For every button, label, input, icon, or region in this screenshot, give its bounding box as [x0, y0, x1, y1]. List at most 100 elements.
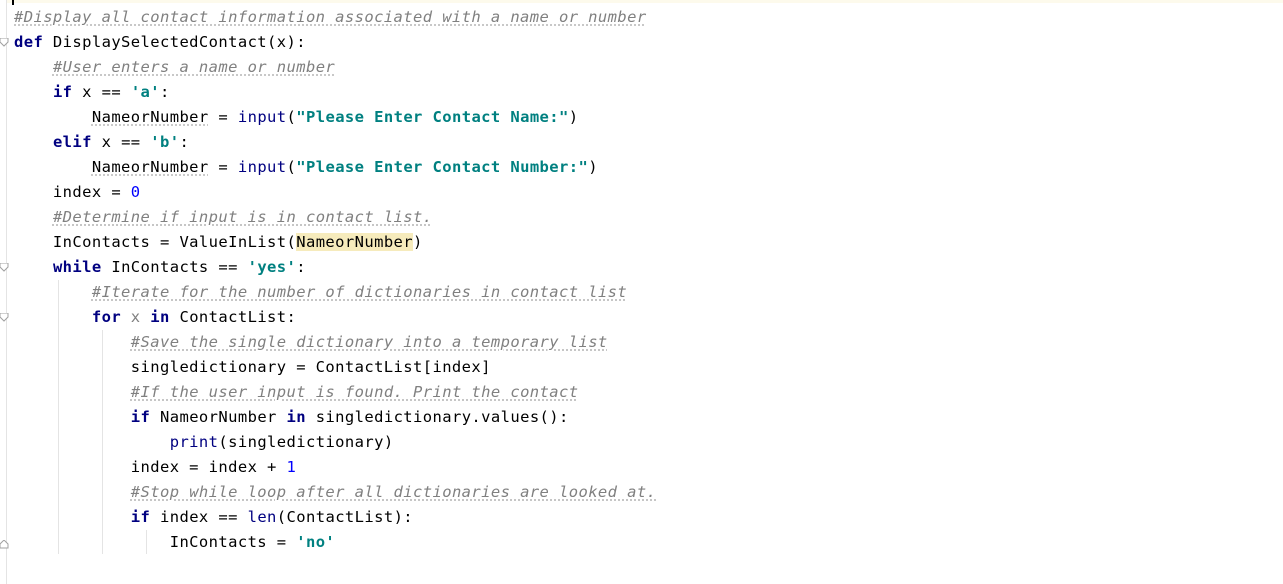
code-line[interactable]: while InContacts == 'yes': — [14, 255, 306, 280]
code-line[interactable]: InContacts = ValueInList(NameorNumber) — [14, 230, 423, 255]
code-editor[interactable]: #Display all contact information associa… — [0, 0, 1283, 584]
code-line[interactable]: #Determine if input is in contact list. — [14, 205, 432, 230]
fold-marker-icon[interactable] — [0, 38, 9, 47]
code-token: print — [169, 433, 219, 451]
code-token: NameorNumber — [150, 408, 287, 426]
fold-marker-icon[interactable] — [0, 263, 9, 272]
code-token: input — [237, 108, 287, 126]
code-token: def — [14, 33, 44, 51]
code-token: ContactList: — [169, 308, 297, 326]
code-token: NameorNumber — [91, 108, 209, 126]
code-token: 'a' — [130, 83, 161, 101]
code-token: ( — [286, 108, 297, 126]
code-token: x — [130, 308, 141, 326]
code-token: if — [130, 408, 151, 426]
code-token: index == — [150, 508, 248, 526]
code-token: 0 — [130, 183, 141, 201]
code-line[interactable]: NameorNumber = input("Please Enter Conta… — [14, 105, 579, 130]
code-token: (ContactList): — [276, 508, 414, 526]
code-line[interactable]: #If the user input is found. Print the c… — [14, 380, 578, 405]
code-token: : — [179, 133, 190, 151]
code-token: : — [160, 83, 170, 101]
code-token: x == — [91, 133, 151, 151]
code-token: ( — [286, 158, 297, 176]
code-line[interactable]: def DisplaySelectedContact(x): — [14, 30, 306, 55]
code-token: 'yes' — [247, 258, 297, 276]
code-token: 'b' — [150, 133, 180, 151]
code-token: if — [130, 508, 151, 526]
current-line-highlight — [0, 0, 1283, 3]
code-line[interactable]: if NameorNumber in singledictionary.valu… — [14, 405, 569, 430]
code-line[interactable]: if index == len(ContactList): — [14, 505, 413, 530]
code-line[interactable]: #Iterate for the number of dictionaries … — [14, 280, 627, 305]
code-token: InContacts = — [14, 533, 297, 551]
code-token: ) — [588, 158, 598, 176]
code-token: DisplaySelectedContact(x): — [43, 33, 306, 51]
code-token: ) — [413, 233, 423, 251]
code-line[interactable]: NameorNumber = input("Please Enter Conta… — [14, 155, 598, 180]
code-token: singledictionary = ContactList[index] — [14, 358, 491, 376]
code-line[interactable]: if x == 'a': — [14, 80, 170, 105]
code-line[interactable]: InContacts = 'no' — [14, 530, 335, 555]
code-token: NameorNumber — [296, 233, 414, 251]
code-token: index = — [14, 183, 131, 201]
code-line[interactable]: #Display all contact information associa… — [14, 5, 647, 30]
fold-end-marker-icon[interactable] — [0, 540, 9, 549]
code-token: #Save the single dictionary into a tempo… — [130, 333, 608, 351]
code-token: InContacts = ValueInList( — [14, 233, 297, 251]
code-line[interactable]: elif x == 'b': — [14, 130, 189, 155]
code-token: (singledictionary) — [218, 433, 394, 451]
code-token: NameorNumber — [91, 158, 209, 176]
code-token: in — [150, 308, 170, 326]
code-token: len — [247, 508, 277, 526]
code-token: #Iterate for the number of dictionaries … — [91, 283, 628, 301]
code-line[interactable]: #Save the single dictionary into a tempo… — [14, 330, 608, 355]
code-token: #User enters a name or number — [52, 58, 336, 76]
code-token: #If the user input is found. Print the c… — [130, 383, 579, 401]
code-line[interactable]: #User enters a name or number — [14, 55, 335, 80]
code-line[interactable]: #Stop while loop after all dictionaries … — [14, 480, 656, 505]
code-token: x == — [72, 83, 131, 101]
code-token: = — [208, 108, 238, 126]
code-token: for — [91, 308, 122, 326]
code-token: : — [296, 258, 306, 276]
code-line[interactable]: index = 0 — [14, 180, 141, 205]
code-token: #Stop while loop after all dictionaries … — [130, 483, 657, 501]
code-token: #Display all contact information associa… — [14, 8, 647, 26]
code-token: index = index + — [14, 458, 287, 476]
code-token: "Please Enter Contact Number:" — [296, 158, 589, 176]
code-token: #Determine if input is in contact list. — [52, 208, 433, 226]
editor-gutter[interactable] — [0, 0, 7, 584]
code-token: "Please Enter Contact Name:" — [296, 108, 569, 126]
fold-marker-icon[interactable] — [0, 313, 9, 322]
code-token: 'no' — [296, 533, 336, 551]
code-token: InContacts == — [101, 258, 248, 276]
code-token: = — [208, 158, 238, 176]
code-line[interactable]: for x in ContactList: — [14, 305, 296, 330]
code-token: singledictionary.values(): — [305, 408, 569, 426]
code-token: in — [286, 408, 306, 426]
code-token: 1 — [286, 458, 297, 476]
code-line[interactable]: print(singledictionary) — [14, 430, 394, 455]
code-token: ) — [568, 108, 579, 126]
code-line[interactable]: index = index + 1 — [14, 455, 296, 480]
code-token: input — [237, 158, 287, 176]
code-token: elif — [52, 133, 92, 151]
code-token: if — [52, 83, 73, 101]
code-line[interactable]: singledictionary = ContactList[index] — [14, 355, 491, 380]
